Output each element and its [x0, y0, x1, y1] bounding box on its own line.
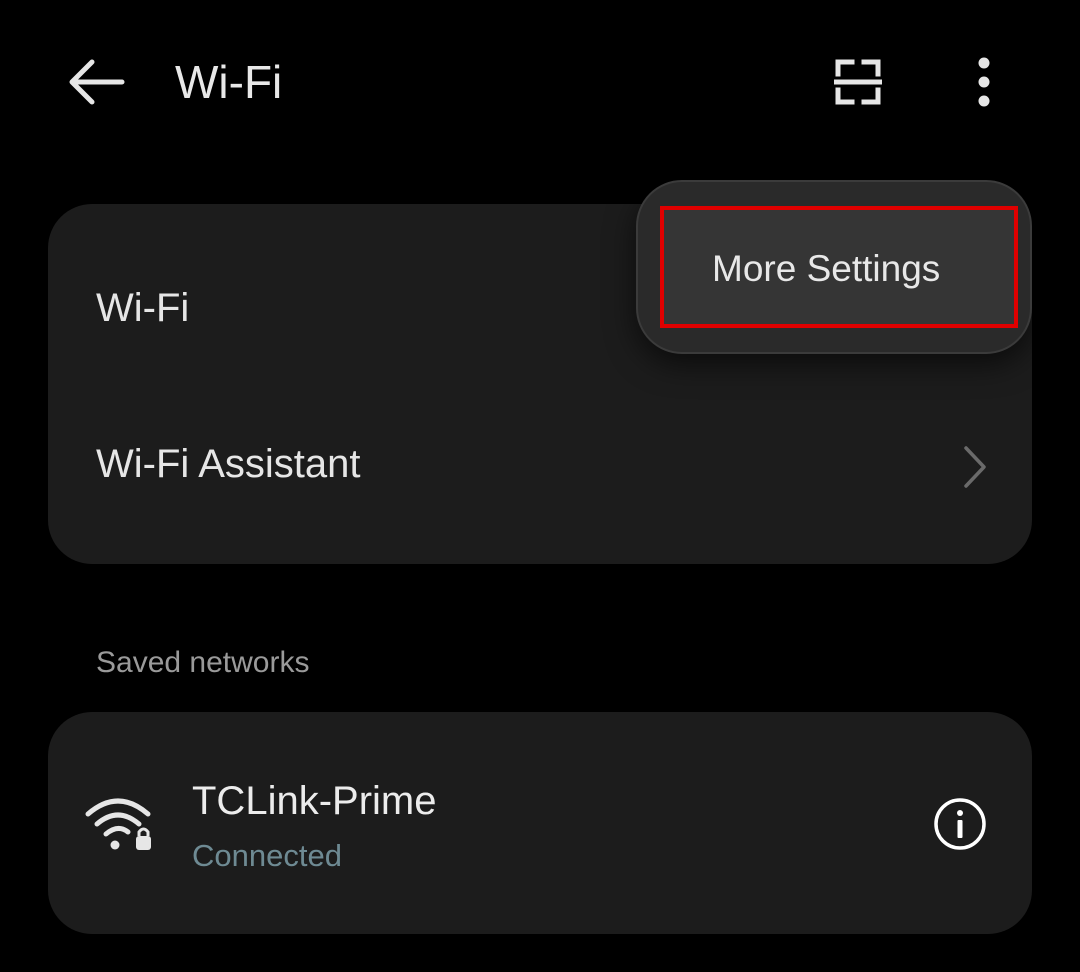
wifi-assistant-row[interactable]: Wi-Fi Assistant [48, 394, 1032, 534]
saved-network-item[interactable]: TCLink-Prime Connected [48, 712, 1032, 934]
wifi-settings-screen: Wi-Fi Wi-Fi Wi-Fi Assistant More Setting… [0, 0, 1080, 972]
more-vertical-icon[interactable] [964, 52, 1004, 112]
chevron-right-icon [964, 446, 986, 488]
network-status: Connected [192, 838, 342, 873]
scan-icon[interactable] [826, 52, 890, 112]
back-arrow-icon[interactable] [60, 52, 132, 112]
more-settings-menu-item[interactable]: More Settings [660, 206, 1018, 328]
wifi-assistant-label: Wi-Fi Assistant [96, 442, 361, 486]
wifi-row-label: Wi-Fi [96, 286, 190, 330]
page-title: Wi-Fi [175, 56, 283, 108]
network-name: TCLink-Prime [192, 779, 437, 823]
wifi-lock-icon [85, 798, 151, 850]
info-icon[interactable] [932, 796, 988, 852]
more-settings-label: More Settings [712, 248, 941, 289]
saved-networks-heading: Saved networks [96, 646, 310, 679]
overflow-menu: More Settings [636, 180, 1032, 354]
